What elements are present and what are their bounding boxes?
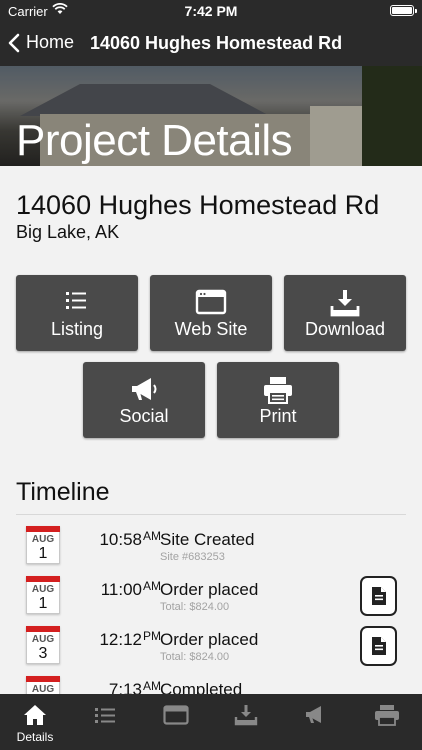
tab-download[interactable] <box>211 694 281 750</box>
back-button[interactable]: Home <box>8 32 74 53</box>
event-title: Order placed <box>160 630 259 649</box>
browser-window-icon <box>163 705 189 725</box>
tab-details-label: Details <box>16 730 54 744</box>
document-icon <box>371 587 386 605</box>
event-time: 10:58 <box>99 530 142 549</box>
tab-details[interactable]: Details <box>0 694 70 750</box>
date-day: 3 <box>38 645 48 662</box>
event-title: Order placed <box>160 580 259 599</box>
download-button[interactable]: Download <box>284 275 406 351</box>
event-subtitle: Total: $824.00 <box>160 601 230 613</box>
house-icon <box>24 705 46 725</box>
megaphone-icon <box>132 378 157 400</box>
date-month: AUG <box>31 584 55 595</box>
status-bar: Carrier 7:42 PM <box>0 0 422 22</box>
social-button[interactable]: Social <box>83 362 205 438</box>
social-label: Social <box>119 406 169 426</box>
hero-title: Project Details <box>16 116 293 165</box>
event-ampm: AM <box>143 679 161 693</box>
date-month: AUG <box>31 534 55 545</box>
tab-print[interactable] <box>352 694 422 750</box>
browser-window-icon <box>195 289 227 315</box>
calendar-date-icon: AUG 1 <box>26 576 60 614</box>
property-city: Big Lake, AK <box>16 222 120 242</box>
download-tray-icon <box>234 705 258 726</box>
event-ampm: AM <box>143 529 161 543</box>
calendar-date-icon: AUG 1 <box>26 526 60 564</box>
listing-button[interactable]: Listing <box>16 275 138 351</box>
list-icon <box>95 708 115 723</box>
invoice-button[interactable] <box>360 576 397 616</box>
download-label: Download <box>304 319 386 339</box>
print-label: Print <box>259 406 297 426</box>
timeline-item: AUG 1 11:00 AM Order placed Total: $824.… <box>0 576 422 626</box>
listing-label: Listing <box>50 319 104 339</box>
event-time: 12:12 <box>99 630 142 649</box>
event-subtitle: Total: $824.00 <box>160 651 230 663</box>
download-tray-icon <box>330 290 360 317</box>
status-time: 7:42 PM <box>184 3 238 19</box>
navigation-bar: Home 14060 Hughes Homestead Rd <box>0 22 422 66</box>
tab-social[interactable] <box>281 694 351 750</box>
print-button[interactable]: Print <box>217 362 339 438</box>
timeline-title: Timeline <box>16 478 110 506</box>
event-subtitle: Site #683253 <box>160 551 225 563</box>
property-address: 14060 Hughes Homestead Rd <box>16 190 380 220</box>
document-icon <box>371 637 386 655</box>
tab-bar: Details <box>0 694 422 750</box>
event-ampm: AM <box>143 579 161 593</box>
date-month: AUG <box>31 634 55 645</box>
tab-website[interactable] <box>141 694 211 750</box>
date-day: 1 <box>38 545 48 562</box>
hero-banner: Project Details <box>0 66 422 166</box>
back-label: Home <box>26 32 75 52</box>
top-bar: Carrier 7:42 PM Home 14060 Hughes Homest… <box>0 0 422 66</box>
calendar-date-icon: AUG 3 <box>26 626 60 664</box>
timeline-item: AUG 3 12:12 PM Order placed Total: $824.… <box>0 626 422 676</box>
date-day: 1 <box>38 595 48 612</box>
tab-listing[interactable] <box>70 694 140 750</box>
chevron-left-icon <box>8 33 20 52</box>
website-label: Web Site <box>174 319 248 339</box>
event-ampm: PM <box>143 629 161 643</box>
printer-icon <box>375 705 399 726</box>
megaphone-icon <box>306 706 321 723</box>
nav-title: 14060 Hughes Homestead Rd <box>90 33 343 53</box>
list-icon <box>66 292 86 309</box>
website-button[interactable]: Web Site <box>150 275 272 351</box>
battery-icon <box>390 5 417 16</box>
event-title: Site Created <box>160 530 255 549</box>
event-time: 11:00 <box>100 580 142 599</box>
invoice-button[interactable] <box>360 626 397 666</box>
timeline-divider <box>16 514 406 515</box>
timeline-item: AUG 1 10:58 AM Site Created Site #683253 <box>0 526 422 576</box>
printer-icon <box>264 377 292 404</box>
